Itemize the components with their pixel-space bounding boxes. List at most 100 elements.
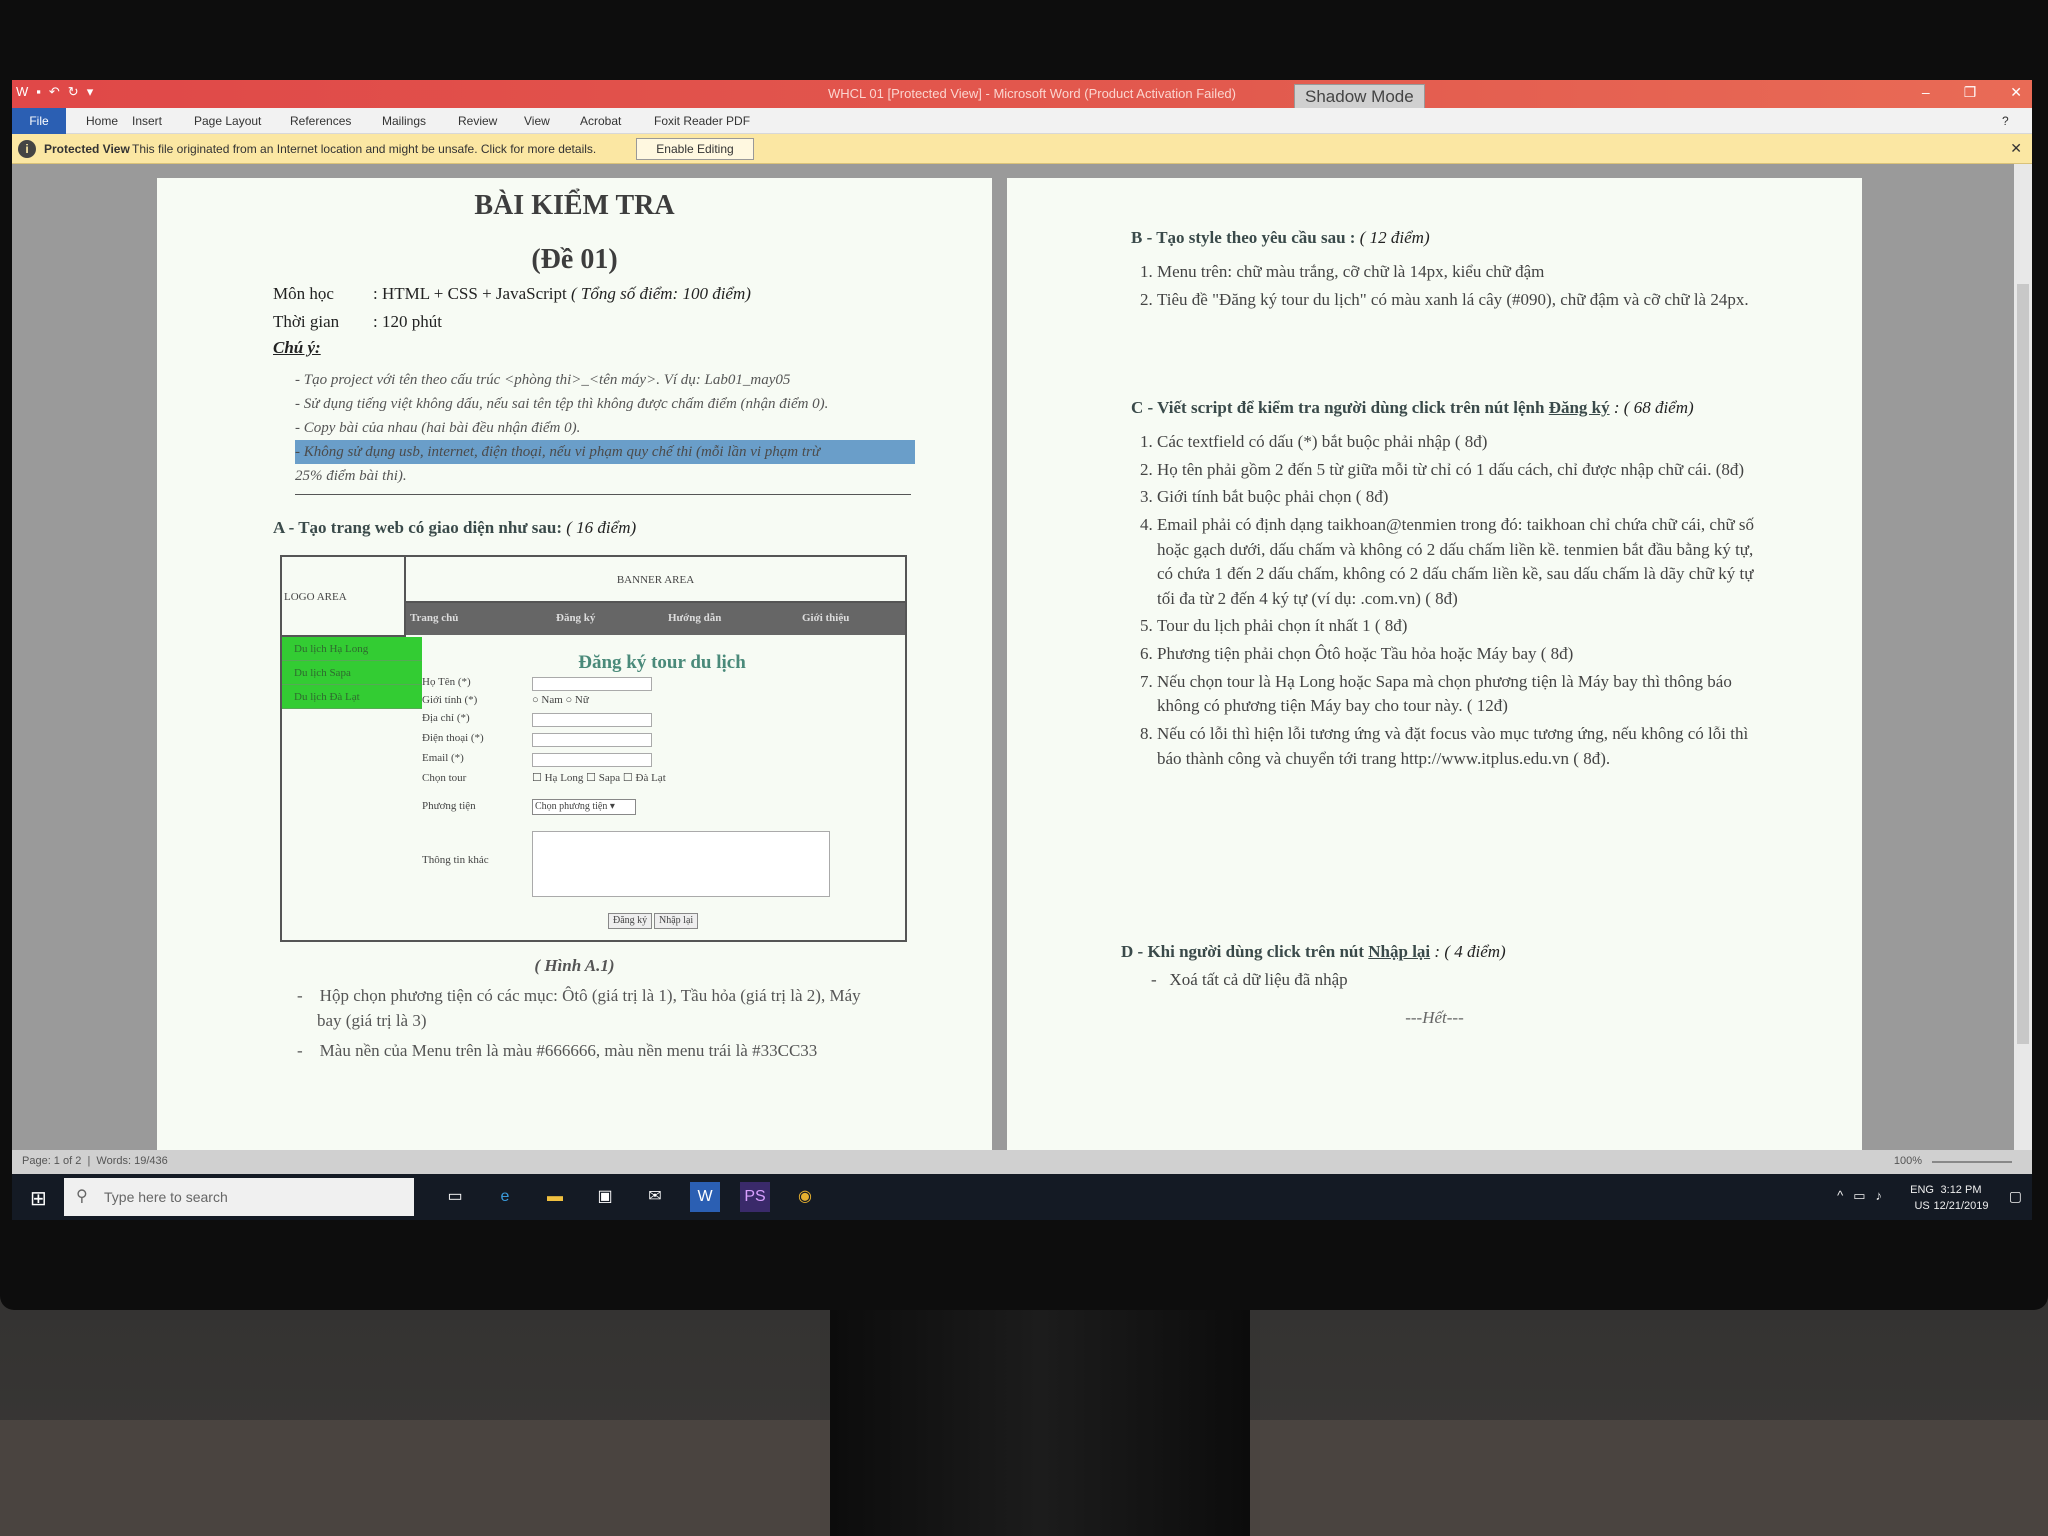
mail-icon[interactable]: ✉ <box>640 1182 670 1212</box>
bullet-item: - Hộp chọn phương tiện có các mục: Ôtô (… <box>297 986 861 1005</box>
taskbar: ⊞ ⚲ Type here to search ▭ e ▬ ▣ ✉ W PS ◉… <box>12 1174 2032 1220</box>
chrome-icon[interactable]: ◉ <box>790 1182 820 1212</box>
title-bar: W ▪ ↶ ↻ ▾ WHCL 01 [Protected View] - Mic… <box>12 80 2032 110</box>
subject-row: : HTML + CSS + JavaScript ( Tổng số điểm… <box>373 282 751 307</box>
note-title: Chú ý: <box>273 338 321 357</box>
screen: W ▪ ↶ ↻ ▾ WHCL 01 [Protected View] - Mic… <box>12 80 2032 1220</box>
page-title: BÀI KIỂM TRA <box>474 190 675 221</box>
monitor-stand <box>830 1300 1250 1536</box>
mock-top-menu: Trang chủ Đăng ký Hướng dẫn Giới thiệu <box>406 603 905 635</box>
page-count[interactable]: Page: 1 of 2 <box>22 1155 81 1167</box>
subject-points: ( Tổng số điểm: 100 điểm) <box>571 284 751 303</box>
section-d-text: Xoá tất cả dữ liệu đã nhập <box>1169 970 1348 989</box>
section-c-points: : ( 68 điểm) <box>1613 398 1694 417</box>
tab-file[interactable]: File <box>12 108 66 134</box>
section-b-title: B - Tạo style theo yêu cầu sau : <box>1131 228 1356 247</box>
mock-reset-button: Nhập lại <box>654 913 699 929</box>
phpstorm-icon[interactable]: PS <box>740 1182 770 1212</box>
edge-icon[interactable]: e <box>490 1182 520 1212</box>
file-explorer-icon[interactable]: ▬ <box>540 1182 570 1212</box>
mock-label-name: Họ Tên (*) <box>422 676 471 688</box>
section-a-title: A - Tạo trang web có giao diện như sau: <box>273 518 563 537</box>
protected-view-label: Protected View <box>44 142 130 156</box>
window-title: WHCL 01 [Protected View] - Microsoft Wor… <box>828 86 1236 101</box>
list-item: Tiêu đề "Đăng ký tour du lịch" có màu xa… <box>1157 288 1767 313</box>
bullet-item: - Màu nền của Menu trên là màu #666666, … <box>297 1041 818 1061</box>
tab-home[interactable]: Home <box>86 114 118 128</box>
section-c: C - Viết script để kiểm tra người dùng c… <box>1131 396 1694 421</box>
minimize-button[interactable]: – <box>1922 84 1930 101</box>
mock-input-phone <box>532 733 652 747</box>
end-marker: ---Hết--- <box>1405 1008 1464 1027</box>
taskbar-search[interactable]: ⚲ Type here to search <box>64 1178 414 1216</box>
notification-icon[interactable]: ▢ <box>2009 1188 2022 1205</box>
note-item: - Sử dụng tiếng việt không dấu, nếu sai … <box>295 396 829 412</box>
enable-editing-button[interactable]: Enable Editing <box>636 138 754 160</box>
store-icon[interactable]: ▣ <box>590 1182 620 1212</box>
zoom-slider[interactable] <box>1932 1161 2012 1163</box>
word-taskbar-icon[interactable]: W <box>690 1182 720 1212</box>
tab-foxit[interactable]: Foxit Reader PDF <box>654 114 750 128</box>
section-b: B - Tạo style theo yêu cầu sau : ( 12 đi… <box>1131 226 1430 251</box>
mock-menu-item: Đăng ký <box>556 612 596 624</box>
list-item: Nếu chọn tour là Hạ Long hoặc Sapa mà ch… <box>1157 670 1757 719</box>
windows-start-icon[interactable]: ⊞ <box>30 1186 47 1211</box>
section-c-list: Các textfield có dấu (*) bắt buộc phải n… <box>1117 430 1757 774</box>
document-area: BÀI KIỂM TRA (Đề 01) Môn học : HTML + CS… <box>12 164 2032 1168</box>
note-item: - Copy bài của nhau (hai bài đều nhận đi… <box>295 420 581 436</box>
list-item: Các textfield có dấu (*) bắt buộc phải n… <box>1157 430 1757 455</box>
list-item: Họ tên phải gồm 2 đến 5 từ giữa mỗi từ c… <box>1157 458 1757 483</box>
close-bar-icon[interactable]: ✕ <box>2010 140 2022 157</box>
chevron-up-icon[interactable]: ^ <box>1837 1188 1843 1204</box>
mock-input-address <box>532 713 652 727</box>
tab-mailings[interactable]: Mailings <box>382 114 426 128</box>
list-item: Phương tiện phải chọn Ôtô hoặc Tầu hỏa h… <box>1157 642 1757 667</box>
mock-label-email: Email (*) <box>422 752 464 764</box>
section-b-points: ( 12 điểm) <box>1359 228 1430 247</box>
section-d-link: Nhập lại <box>1368 942 1431 961</box>
protected-view-message[interactable]: This file originated from an Internet lo… <box>132 142 596 156</box>
tray-icons: ^ ▭ ♪ <box>1837 1188 1882 1204</box>
section-a: A - Tạo trang web có giao diện như sau: … <box>273 516 636 541</box>
mock-logo-area: LOGO AREA <box>282 557 406 637</box>
tab-view[interactable]: View <box>524 114 550 128</box>
bullet-text: Hộp chọn phương tiện có các mục: Ôtô (gi… <box>319 986 861 1005</box>
section-c-link: Đăng ký <box>1548 398 1610 417</box>
clock[interactable]: 3:12 PM 12/21/2019 <box>1926 1182 1996 1214</box>
page-right: B - Tạo style theo yêu cầu sau : ( 12 đi… <box>1007 178 1862 1168</box>
volume-icon[interactable]: ♪ <box>1876 1188 1883 1204</box>
tab-page-layout[interactable]: Page Layout <box>194 114 261 128</box>
list-item: Giới tính bắt buộc phải chọn ( 8đ) <box>1157 485 1757 510</box>
tab-acrobat[interactable]: Acrobat <box>580 114 621 128</box>
help-icon[interactable]: ? <box>2002 114 2009 128</box>
mock-left-menu-item: Du lịch Đà Lạt <box>282 685 422 709</box>
mock-label-address: Địa chỉ (*) <box>422 712 470 724</box>
list-item: Menu trên: chữ màu trắng, cỡ chữ là 14px… <box>1157 260 1767 285</box>
restore-button[interactable]: ❐ <box>1964 84 1977 101</box>
tab-insert[interactable]: Insert <box>132 114 162 128</box>
scrollbar-thumb[interactable] <box>2017 284 2029 1044</box>
redo-icon[interactable]: ↻ <box>68 84 79 100</box>
list-item: Nếu có lỗi thì hiện lỗi tương ứng và đặt… <box>1157 722 1757 771</box>
tab-references[interactable]: References <box>290 114 351 128</box>
customize-qat-icon[interactable]: ▾ <box>87 84 94 100</box>
zoom-level[interactable]: 100% <box>1894 1155 1922 1167</box>
time-value: : 120 phút <box>373 312 442 331</box>
section-d: D - Khi người dùng click trên nút Nhập l… <box>1121 940 1506 965</box>
subject-value: : HTML + CSS + JavaScript <box>373 284 567 303</box>
mock-label-transport: Phương tiện <box>422 800 476 812</box>
vertical-scrollbar[interactable] <box>2014 164 2032 1164</box>
save-icon[interactable]: ▪ <box>36 84 41 100</box>
word-icon[interactable]: W <box>16 84 28 100</box>
figure-mockup: LOGO AREA BANNER AREA Trang chủ Đăng ký … <box>280 555 907 942</box>
word-count[interactable]: Words: 19/436 <box>96 1155 167 1167</box>
mock-menu-item: Giới thiệu <box>802 612 850 624</box>
time-label: Thời gian <box>273 312 340 331</box>
network-icon[interactable]: ▭ <box>1853 1188 1865 1204</box>
bullet-item-cont: bay (giá trị là 3) <box>317 1010 427 1030</box>
close-button[interactable]: ✕ <box>2010 84 2022 101</box>
task-view-icon[interactable]: ▭ <box>440 1182 470 1212</box>
tab-review[interactable]: Review <box>458 114 497 128</box>
mock-left-menu-item: Du lịch Sapa <box>282 661 422 685</box>
undo-icon[interactable]: ↶ <box>49 84 60 100</box>
